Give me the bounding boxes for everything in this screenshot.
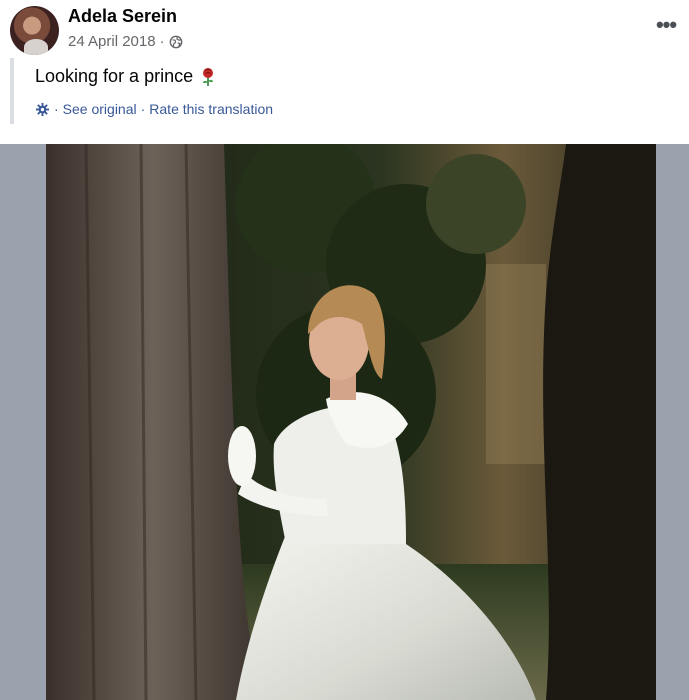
post-message: Looking for a prince (35, 66, 217, 87)
globe-icon[interactable] (169, 35, 183, 49)
more-options-icon[interactable]: ••• (653, 12, 679, 38)
translation-bar: · See original · Rate this translation (35, 101, 273, 117)
post-photo[interactable] (46, 144, 656, 700)
post-text: Looking for a prince (35, 66, 194, 86)
meta-separator: · (159, 33, 165, 50)
see-original-link[interactable]: See original (63, 101, 137, 117)
author-name[interactable]: Adela Serein (68, 6, 177, 27)
photo-frame (0, 144, 689, 700)
author-avatar[interactable] (10, 6, 59, 55)
translation-separator-2: · (140, 101, 146, 117)
rose-icon (203, 67, 214, 86)
translation-separator-1: · (54, 101, 59, 117)
post-meta: 24 April 2018 · (68, 33, 183, 50)
post-header: Adela Serein 24 April 2018 · ••• (0, 0, 689, 60)
translation-quote-bar (10, 58, 14, 124)
rate-translation-link[interactable]: Rate this translation (149, 101, 273, 117)
translate-gear-icon (35, 102, 50, 116)
post-photo-image (46, 144, 656, 700)
post-date[interactable]: 24 April 2018 (68, 33, 156, 50)
